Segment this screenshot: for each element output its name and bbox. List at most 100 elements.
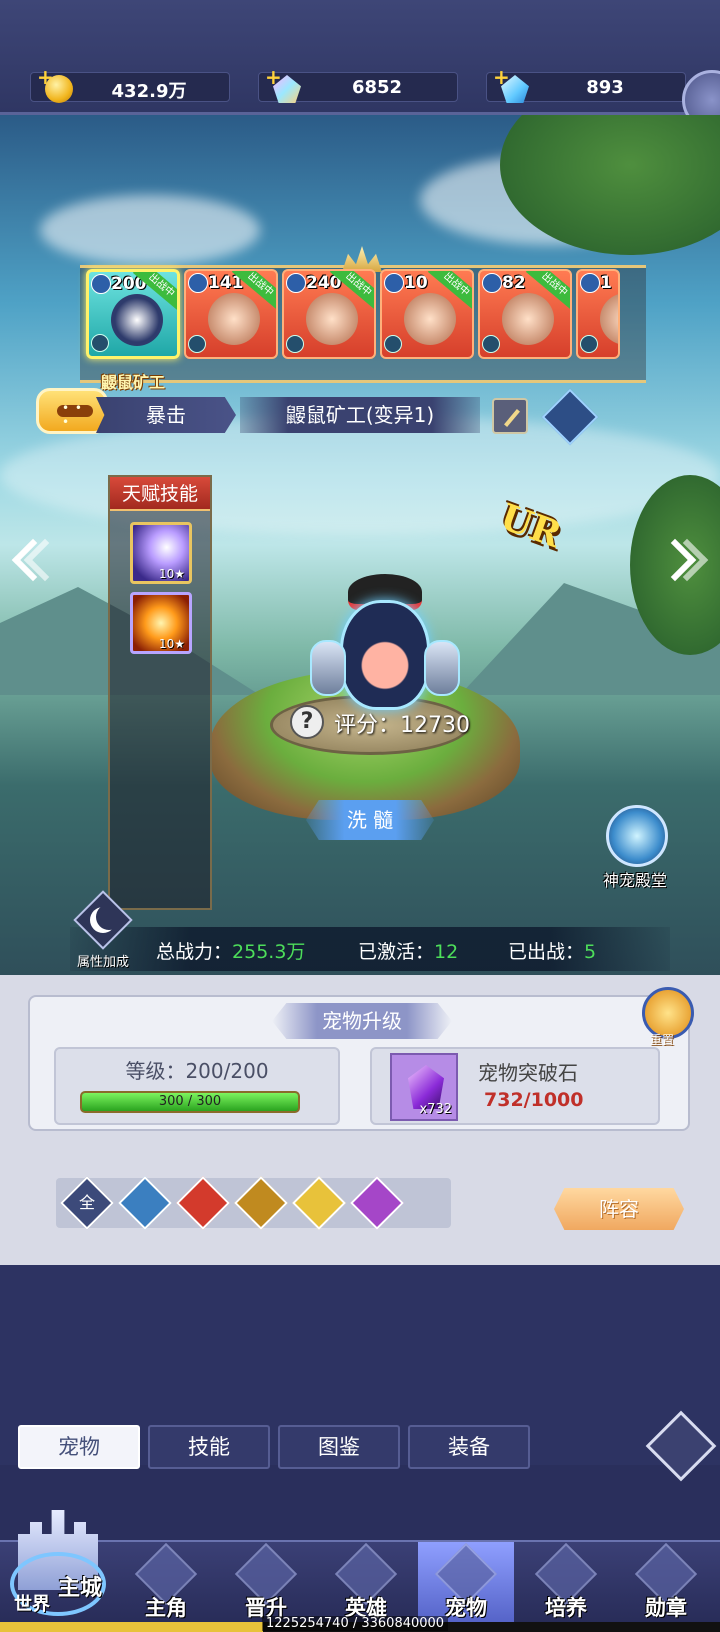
pet-card-name: 鼹鼠矿工 <box>100 373 165 392</box>
main-city-label: 主城 <box>58 1576 103 1601</box>
pet-card[interactable]: 82 出战中 <box>478 269 572 359</box>
reset-button[interactable]: 重置 <box>642 987 698 1049</box>
pet-hall-button[interactable]: 神宠殿堂 <box>596 805 676 891</box>
pet-hall-label: 神宠殿堂 <box>602 871 667 890</box>
chat-bubble-icon <box>57 401 93 429</box>
pet-portrait <box>600 293 618 345</box>
level-box: 等级：200/200 300 / 300 <box>54 1047 340 1125</box>
tab-skill[interactable]: 技能 <box>148 1425 270 1469</box>
pet-model[interactable] <box>310 560 460 720</box>
stone-name: 宠物突破石 <box>478 1061 578 1085</box>
rename-button[interactable] <box>492 398 528 434</box>
filter-fire-icon[interactable] <box>176 1176 230 1230</box>
pet-arm <box>310 640 346 696</box>
pet-body <box>340 600 430 710</box>
world-label: 世界 <box>14 1594 50 1615</box>
nav-label: 培养 <box>545 1596 587 1620</box>
gold-resource[interactable]: + 432.9万 <box>30 65 230 103</box>
activated-count: 已激活：12 <box>358 941 459 963</box>
pet-portrait <box>208 293 260 345</box>
exp-progress-bar: 300 / 300 <box>80 1091 300 1113</box>
talent-skill-1[interactable]: 10★ <box>130 522 192 584</box>
deployed-value: 5 <box>584 941 597 963</box>
pet-scene: 暴击 鼹鼠矿工(变异1) 天赋技能 10★ 10★ UR ? 评分：12730 … <box>0 115 720 975</box>
pet-score: 评分：12730 <box>334 713 470 738</box>
element-icon <box>188 273 208 293</box>
stone-progress: 732/1000 <box>484 1089 584 1111</box>
level-text: 等级：200/200 <box>125 1059 269 1083</box>
deployed-count: 已出战：5 <box>508 941 597 963</box>
next-pet-arrow-icon[interactable] <box>660 535 700 595</box>
nav-hero-main[interactable]: 主角 <box>118 1542 214 1632</box>
filter-all-icon[interactable]: 全 <box>60 1176 114 1230</box>
class-icon <box>91 334 109 352</box>
exp-progress-text: 300 / 300 <box>158 1094 222 1109</box>
pet-portrait <box>306 293 358 345</box>
nav-label: 勋章 <box>645 1596 687 1620</box>
attribute-bonus-button[interactable]: 属性加成 <box>68 890 136 975</box>
nav-train[interactable]: 培养 <box>518 1542 614 1632</box>
chat-button[interactable] <box>36 388 108 434</box>
upgrade-title: 宠物升级 <box>272 1003 452 1039</box>
class-icon <box>482 335 500 353</box>
crystal-amount: 6852 <box>351 77 403 98</box>
talent-skills-panel: 天赋技能 10★ 10★ <box>108 475 212 910</box>
upgrade-panel: 宠物升级 等级：200/200 300 / 300 x732 宠物突破石 732… <box>28 995 690 1131</box>
diamond-amount: 893 <box>586 77 624 98</box>
pet-portrait <box>404 293 456 345</box>
filter-label <box>186 1186 220 1220</box>
filter-water-icon[interactable] <box>118 1176 172 1230</box>
lineup-button[interactable]: 阵容 <box>554 1188 684 1230</box>
filter-label <box>360 1186 394 1220</box>
player-exp-fill <box>0 1622 263 1632</box>
breakthrough-stone-box[interactable]: x732 宠物突破石 732/1000 <box>370 1047 660 1125</box>
crystal-resource[interactable]: + 6852 <box>258 65 458 103</box>
tab-pet[interactable]: 宠物 <box>18 1425 140 1469</box>
total-power: 总战力：255.3万 <box>156 941 306 963</box>
filter-light-icon[interactable] <box>292 1176 346 1230</box>
more-menu-icon[interactable] <box>645 1410 717 1482</box>
filter-earth-icon[interactable] <box>234 1176 288 1230</box>
filter-label <box>302 1186 336 1220</box>
pet-arm <box>424 640 460 696</box>
filter-label: 全 <box>78 1193 95 1212</box>
gold-coin-icon <box>45 75 73 103</box>
pet-portrait <box>502 293 554 345</box>
reset-label: 重置 <box>650 1033 675 1047</box>
refine-button[interactable]: 洗 髓 <box>306 800 434 840</box>
stone-count: x732 <box>419 1102 452 1117</box>
pet-level: 10 <box>404 273 428 293</box>
element-filter-bar: 全 <box>56 1176 451 1230</box>
element-icon <box>91 274 111 294</box>
tab-codex[interactable]: 图鉴 <box>278 1425 400 1469</box>
pet-card[interactable]: 141 出战中 <box>184 269 278 359</box>
pet-card[interactable]: 200 出战中 <box>86 269 180 359</box>
nav-medals[interactable]: 勋章 <box>618 1542 714 1632</box>
pet-card[interactable]: 1 <box>576 269 620 359</box>
stats-bar: 总战力：255.3万 已激活：12 已出战：5 <box>70 927 670 971</box>
element-icon <box>286 273 306 293</box>
gold-amount: 432.9万 <box>111 81 187 102</box>
trait-label: 暴击 <box>96 397 236 433</box>
attribute-bonus-label: 属性加成 <box>76 955 129 970</box>
element-icon <box>384 273 404 293</box>
tab-equipment[interactable]: 装备 <box>408 1425 530 1469</box>
class-icon <box>188 335 206 353</box>
diamond-resource[interactable]: + 893 <box>486 65 686 103</box>
skill-level: 10★ <box>158 637 185 651</box>
breakthrough-stone-icon[interactable]: x732 <box>390 1053 458 1121</box>
pet-portrait <box>111 294 163 346</box>
sub-tabs: 宠物 技能 图鉴 装备 <box>0 1265 720 1482</box>
filter-dark-icon[interactable] <box>350 1176 404 1230</box>
pet-card[interactable]: 240 出战中 <box>282 269 376 359</box>
score-help-icon[interactable]: ? <box>290 705 324 739</box>
pet-card[interactable]: 10 出战中 <box>380 269 474 359</box>
element-icon <box>482 273 502 293</box>
talent-skill-2[interactable]: 10★ <box>130 592 192 654</box>
player-exp-text: 1225254740 / 3360840000 <box>262 1616 449 1631</box>
prev-pet-arrow-icon[interactable] <box>10 535 50 595</box>
world-button[interactable]: 主城 世界 <box>0 1490 118 1632</box>
activated-value: 12 <box>434 941 459 963</box>
nav-label: 主角 <box>145 1596 187 1620</box>
total-power-value: 255.3万 <box>232 941 306 963</box>
